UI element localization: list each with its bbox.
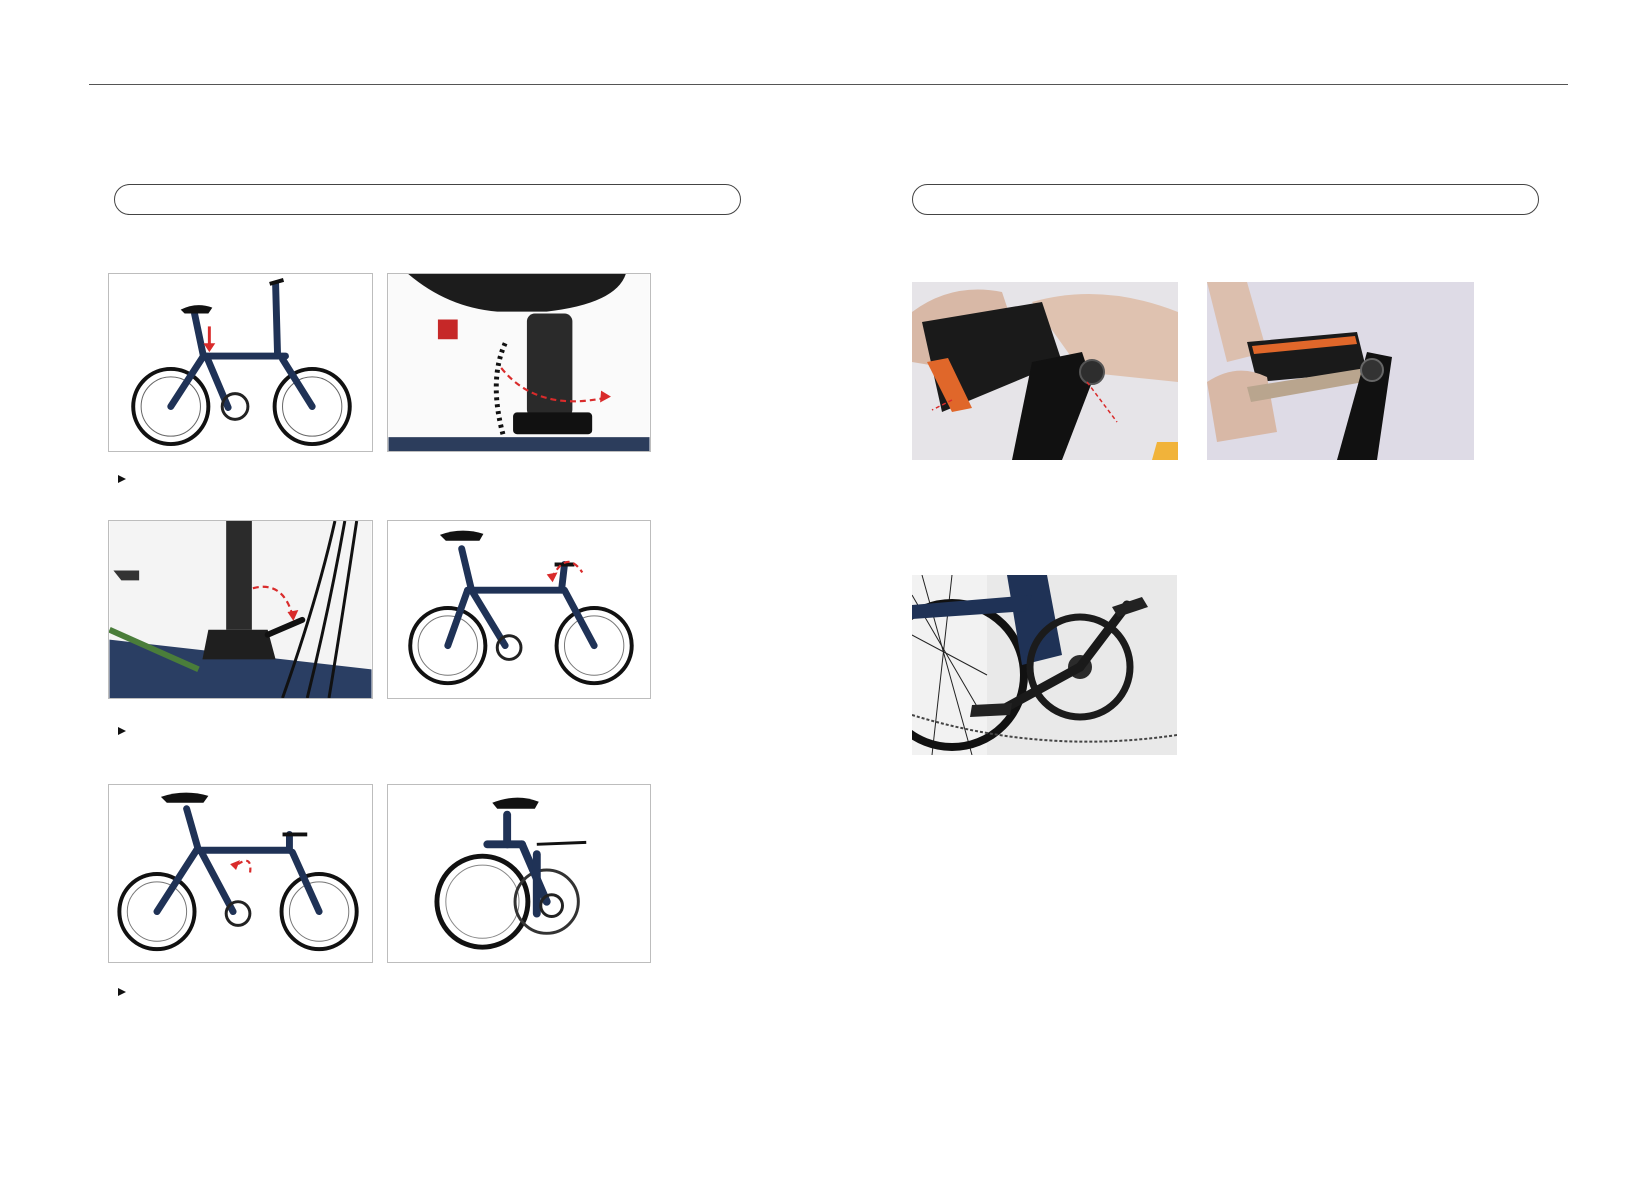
photo-stem-latch	[108, 520, 373, 699]
photo-crankset	[912, 575, 1177, 755]
section-title-right	[912, 184, 1539, 215]
bullet-icon	[118, 475, 126, 483]
photo-seatpost-clamp	[387, 273, 651, 452]
bullet-icon	[118, 988, 126, 996]
photo-handlebar-fold	[387, 520, 651, 699]
section-title-left	[114, 184, 741, 215]
bullet-icon	[118, 727, 126, 735]
photo-pedal-thread	[912, 282, 1178, 460]
photo-bike-seatpost-arrow	[108, 273, 373, 452]
photo-wrench-tighten	[1207, 282, 1474, 460]
photo-bike-folded	[387, 784, 651, 963]
photo-frame-hinge	[108, 784, 373, 963]
header-rule	[89, 84, 1568, 85]
